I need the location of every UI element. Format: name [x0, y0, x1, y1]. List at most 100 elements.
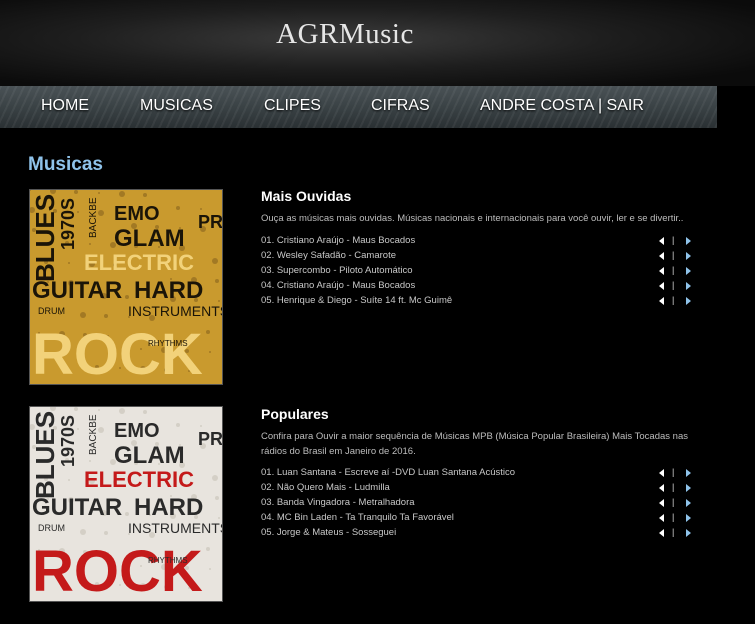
track-title[interactable]: 02. Não Quero Mais - Ludmilla — [261, 482, 390, 493]
album-art-word: INSTRUMENTS — [128, 303, 222, 319]
section-description-populares: Confira para Ouvir a maior sequência de … — [261, 431, 688, 457]
grunge-speck — [119, 408, 125, 414]
grunge-speck — [206, 330, 210, 334]
play-previous-icon[interactable] — [657, 281, 666, 291]
play-previous-icon[interactable] — [657, 266, 666, 276]
grunge-speck — [218, 300, 220, 302]
play-previous-icon[interactable] — [657, 528, 666, 538]
track-title[interactable]: 04. Cristiano Araújo - Maus Bocados — [261, 280, 415, 291]
section-description-mais-ouvidas: Ouça as músicas mais ouvidas. Músicas na… — [261, 213, 684, 224]
main-nav: HOME MUSICAS CLIPES CIFRAS ANDRE COSTA |… — [0, 86, 717, 128]
play-next-icon[interactable] — [684, 251, 693, 261]
grunge-speck — [206, 547, 210, 551]
track-title[interactable]: 03. Supercombo - Piloto Automático — [261, 265, 413, 276]
track-title[interactable]: 01. Luan Santana - Escreve aí -DVD Luan … — [261, 467, 515, 478]
grunge-speck — [212, 258, 218, 264]
track-item[interactable]: 02. Wesley Safadão - Camarote | — [261, 250, 701, 265]
section-title-populares[interactable]: Populares — [261, 406, 329, 422]
play-next-icon[interactable] — [684, 528, 693, 538]
grunge-speck — [143, 410, 147, 414]
album-art-word: INSTRUMENTS — [128, 520, 222, 536]
grunge-speck — [176, 423, 180, 427]
track-item[interactable]: 03. Supercombo - Piloto Automático | — [261, 265, 701, 280]
track-title[interactable]: 02. Wesley Safadão - Camarote — [261, 250, 396, 261]
album-art-word: DRUM — [38, 523, 65, 533]
album-art-word: GLAM — [114, 442, 185, 469]
album-art-word: PRO — [198, 212, 222, 232]
play-next-icon[interactable] — [684, 281, 693, 291]
album-art-word: HARD — [134, 277, 203, 304]
play-next-icon[interactable] — [684, 296, 693, 306]
play-previous-icon[interactable] — [657, 468, 666, 478]
divider: | — [672, 497, 675, 507]
grunge-speck — [125, 295, 129, 299]
play-next-icon[interactable] — [684, 468, 693, 478]
site-logo[interactable]: AGRMusic — [0, 18, 690, 51]
album-art-word: 1970S — [58, 415, 78, 467]
play-next-icon[interactable] — [684, 498, 693, 508]
grunge-speck — [68, 262, 70, 264]
nav-home[interactable]: HOME — [41, 97, 89, 115]
album-art-word: BLUES — [30, 194, 60, 282]
track-item[interactable]: 02. Não Quero Mais - Ludmilla | — [261, 482, 701, 497]
divider: | — [672, 295, 675, 305]
track-title[interactable]: 05. Henrique & Diego - Suíte 14 ft. Mc G… — [261, 295, 452, 306]
divider: | — [672, 250, 675, 260]
nav-clipes[interactable]: CLIPES — [264, 97, 321, 115]
page-title: Musicas — [28, 154, 103, 175]
grunge-speck — [125, 512, 129, 516]
track-item[interactable]: 04. MC Bin Laden - Ta Tranquilo Ta Favor… — [261, 512, 701, 527]
play-next-icon[interactable] — [684, 483, 693, 493]
track-title[interactable]: 05. Jorge & Mateus - Sosseguei — [261, 527, 396, 538]
track-item[interactable]: 01. Cristiano Araújo - Maus Bocados | — [261, 235, 701, 250]
divider: | — [672, 235, 675, 245]
album-art-word: BLUES — [30, 411, 60, 499]
album-art-word: ROCK — [32, 322, 203, 384]
divider: | — [672, 527, 675, 537]
track-item[interactable]: 05. Henrique & Diego - Suíte 14 ft. Mc G… — [261, 295, 701, 310]
grunge-speck — [176, 206, 180, 210]
grunge-speck — [200, 425, 202, 427]
album-art-word: PRO — [198, 429, 222, 449]
track-item[interactable]: 01. Luan Santana - Escreve aí -DVD Luan … — [261, 467, 701, 482]
track-item[interactable]: 05. Jorge & Mateus - Sosseguei | — [261, 527, 701, 542]
divider: | — [672, 512, 675, 522]
album-art-word: GUITAR — [32, 494, 122, 521]
album-cover-mais-ouvidas[interactable]: BLUES1970S BACKBE EMO PRO GLAMELECTRICGUITAR… — [29, 189, 223, 385]
track-title[interactable]: 03. Banda Vingadora - Metralhadora — [261, 497, 415, 508]
grunge-speck — [218, 517, 220, 519]
album-art-word: EMO — [114, 203, 160, 225]
play-previous-icon[interactable] — [657, 251, 666, 261]
album-art-word: GLAM — [114, 225, 185, 252]
nav-cifras[interactable]: CIFRAS — [371, 97, 430, 115]
grunge-speck — [215, 279, 219, 283]
track-title[interactable]: 01. Cristiano Araújo - Maus Bocados — [261, 235, 415, 246]
grunge-speck — [119, 191, 125, 197]
nav-user-logout[interactable]: ANDRE COSTA | SAIR — [480, 97, 644, 115]
track-title[interactable]: 04. MC Bin Laden - Ta Tranquilo Ta Favor… — [261, 512, 454, 523]
nav-musicas[interactable]: MUSICAS — [140, 97, 213, 115]
album-art-word: ELECTRIC — [84, 467, 194, 492]
play-next-icon[interactable] — [684, 236, 693, 246]
album-art-word: ROCK — [32, 539, 203, 601]
album-art-word: EMO — [114, 420, 160, 442]
play-previous-icon[interactable] — [657, 483, 666, 493]
play-next-icon[interactable] — [684, 513, 693, 523]
play-previous-icon[interactable] — [657, 498, 666, 508]
album-art-word: ELECTRIC — [84, 250, 194, 275]
play-previous-icon[interactable] — [657, 236, 666, 246]
grunge-speck — [212, 475, 218, 481]
play-previous-icon[interactable] — [657, 513, 666, 523]
album-art-word: BACKBE — [88, 197, 99, 238]
play-previous-icon[interactable] — [657, 296, 666, 306]
divider: | — [672, 467, 675, 477]
section-title-mais-ouvidas[interactable]: Mais Ouvidas — [261, 188, 351, 204]
track-item[interactable]: 03. Banda Vingadora - Metralhadora | — [261, 497, 701, 512]
album-cover-populares[interactable]: BLUES1970S BACKBE EMO PRO GLAMELECTRICGUITAR… — [29, 406, 223, 602]
track-item[interactable]: 04. Cristiano Araújo - Maus Bocados | — [261, 280, 701, 295]
play-next-icon[interactable] — [684, 266, 693, 276]
divider: | — [672, 265, 675, 275]
album-art-word: HARD — [134, 494, 203, 521]
grunge-speck — [104, 314, 108, 318]
grunge-speck — [89, 243, 91, 245]
